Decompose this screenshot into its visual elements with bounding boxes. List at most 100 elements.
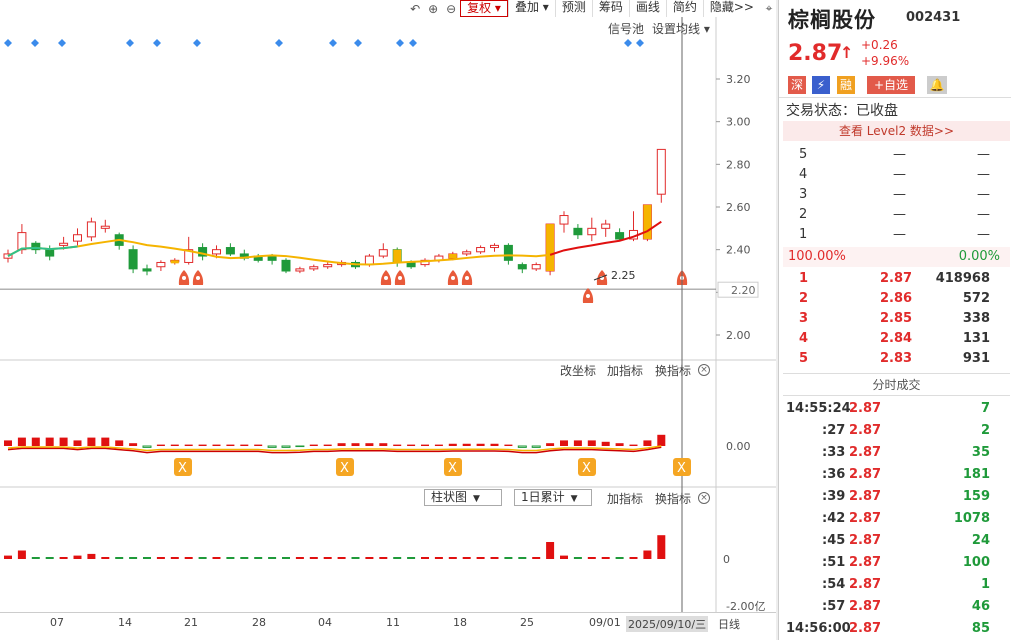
indicator-bar — [365, 443, 374, 446]
volume-bar — [129, 557, 138, 559]
simple-button[interactable]: 简约 — [665, 0, 703, 17]
add-indicator-button[interactable]: 加指标 — [607, 362, 643, 379]
tick-time: 14:55:24 — [786, 401, 851, 416]
indicator-bar — [351, 443, 360, 446]
buy-price: 2.86 — [880, 291, 913, 306]
diejia-dropdown[interactable]: 叠加 ▾ — [507, 0, 555, 17]
candle-body — [406, 261, 416, 268]
candle-body — [212, 249, 221, 255]
x-signal-text: X — [340, 461, 349, 476]
tick-time: :36 — [822, 467, 846, 482]
set-ma-label: 设置均线 — [652, 22, 701, 36]
zoom-out-icon[interactable]: ⊖ — [442, 0, 460, 17]
forecast-button[interactable]: 预测 — [554, 0, 592, 17]
period-label[interactable]: 日线 — [718, 616, 740, 632]
candle-body — [462, 251, 472, 255]
x-signal-text: X — [677, 461, 686, 476]
buy-row: 3 2.85 338 — [783, 309, 1010, 329]
tick-volume: 7 — [980, 401, 990, 416]
volume-bar — [31, 557, 40, 559]
indicator-bar — [309, 444, 318, 446]
tick-price: 2.87 — [849, 445, 882, 460]
close-indicator-icon[interactable]: × — [698, 364, 710, 376]
chart-canvas[interactable]: 3.203.002.802.602.402.202.002.252.200.00… — [0, 17, 778, 613]
indicator-bar — [615, 443, 624, 446]
bell-icon[interactable]: 🔔 — [927, 76, 947, 94]
last-price: 2.87 — [788, 41, 843, 66]
change-axis-button[interactable]: 改坐标 — [560, 362, 596, 379]
indicator-bar — [17, 437, 26, 446]
date-label: 04 — [318, 616, 332, 629]
indicator-bar — [517, 445, 527, 448]
sell-row: 3 — — — [783, 185, 1010, 205]
volume-bar — [254, 557, 263, 559]
candle-body — [573, 227, 583, 236]
rocket-window — [451, 276, 455, 280]
buy-volume: 131 — [962, 331, 990, 346]
volume-type-select[interactable]: 柱状图 ▼ — [424, 489, 502, 506]
indicator-bar — [476, 443, 485, 446]
tick-row: :33 2.87 35 — [783, 442, 1010, 464]
volume-bar — [73, 555, 82, 559]
candle-body — [323, 264, 333, 268]
buy-volume: 338 — [962, 311, 990, 326]
switch-indicator-button-2[interactable]: 换指标 — [655, 490, 691, 507]
price-tick-label: 2.60 — [726, 201, 751, 214]
indicator-bar — [323, 444, 332, 446]
volume-bar — [240, 557, 249, 559]
switch-indicator-button[interactable]: 换指标 — [655, 362, 691, 379]
tick-price: 2.87 — [849, 621, 882, 636]
x-signal-text: X — [178, 461, 187, 476]
candle-body — [615, 232, 625, 240]
date-label: 07 — [50, 616, 64, 629]
sell-level: 5 — [799, 147, 808, 162]
indicator-bar — [504, 444, 513, 446]
tick-price: 2.87 — [849, 467, 882, 482]
volume-bar — [184, 557, 193, 559]
zoom-in-icon[interactable]: ⊕ — [424, 0, 442, 17]
volume-bar — [4, 555, 12, 559]
indicator-bar — [573, 440, 582, 446]
candle-body — [476, 247, 486, 253]
fuquan-dropdown[interactable]: 复权 ▾ — [460, 0, 508, 17]
volume-bar — [45, 557, 54, 559]
candle-body — [656, 148, 666, 195]
buy-price: 2.83 — [880, 351, 913, 366]
buy-row: 4 2.84 131 — [783, 329, 1010, 349]
indicator-bar — [587, 440, 596, 446]
close-volume-icon[interactable]: × — [698, 492, 710, 504]
rocket-window — [182, 276, 186, 280]
chips-button[interactable]: 筹码 — [591, 0, 629, 17]
price-tick-label: 2.00 — [726, 329, 751, 342]
add-watchlist-button[interactable]: +自选 — [867, 76, 915, 94]
x-signal-text: X — [582, 461, 591, 476]
sell-row: 4 — — — [783, 165, 1010, 185]
kline-chart[interactable]: 3.203.002.802.602.402.202.002.252.200.00… — [0, 17, 778, 640]
signal-pool-button[interactable]: 信号池 — [608, 20, 644, 37]
tick-time: :57 — [822, 599, 846, 614]
tick-time: 14:56:00 — [786, 621, 851, 636]
buy-price: 2.87 — [880, 271, 913, 286]
volume-bar — [115, 557, 124, 559]
change-value: +0.26 — [861, 38, 898, 52]
draw-line-button[interactable]: 画线 — [628, 0, 666, 17]
indicator-bar — [629, 444, 638, 446]
chart-toolbar: ↶ ⊕ ⊖ 复权 ▾ 叠加 ▾ 预测 筹码 画线 简约 隐藏>> ⌖ — [0, 0, 778, 17]
volume-bar — [282, 557, 290, 559]
tick-price: 2.87 — [849, 489, 882, 504]
volume-bar — [379, 557, 388, 559]
level2-link[interactable]: 查看 Level2 数据>> — [783, 121, 1010, 141]
low-marker-label: 2.25 — [611, 269, 636, 282]
volume-period-select[interactable]: 1日累计 ▼ — [514, 489, 592, 506]
stock-name: 棕榈股份 — [788, 8, 876, 32]
hide-button[interactable]: 隐藏>> — [702, 0, 760, 17]
margin-badge: 融 — [837, 76, 855, 94]
volume-bar — [59, 557, 68, 559]
add-indicator-button-2[interactable]: 加指标 — [607, 490, 643, 507]
undo-icon[interactable]: ↶ — [406, 0, 424, 17]
sell-price: — — [893, 167, 906, 182]
sell-price: — — [893, 227, 906, 242]
ticks-title: 分时成交 — [872, 378, 921, 392]
set-ma-button[interactable]: 设置均线 ▾ — [652, 20, 710, 37]
volume-bar — [170, 557, 179, 559]
